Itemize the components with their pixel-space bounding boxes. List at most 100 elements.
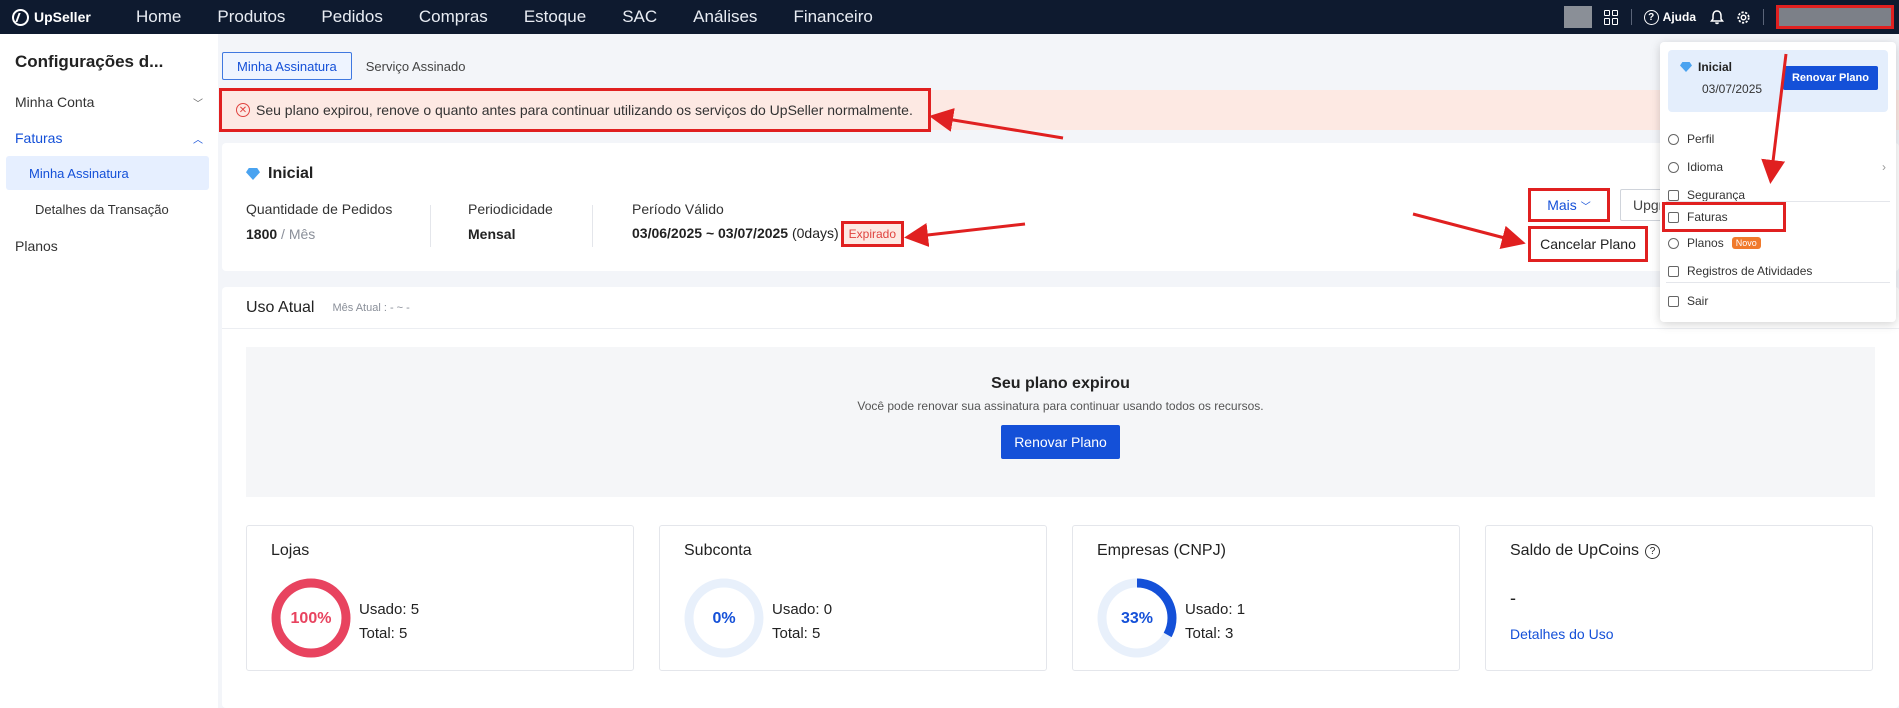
tab-servico-assinado[interactable]: Serviço Assinado — [352, 52, 480, 80]
status-badge: Expirado — [840, 221, 905, 247]
help-button[interactable]: ? Ajuda — [1643, 9, 1696, 25]
logout-icon — [1668, 295, 1679, 307]
account-menu-trigger[interactable] — [1776, 5, 1894, 29]
menu-item-sair[interactable]: Sair — [1660, 288, 1896, 314]
stat-periodo-valido: Período Válido 03/06/2025 ~ 03/07/2025 (… — [632, 201, 905, 247]
usage-header: Uso Atual Mês Atual : - ~ - — [222, 287, 1899, 329]
total-value: Total: 5 — [359, 625, 408, 642]
nav-financeiro[interactable]: Financeiro — [793, 7, 872, 27]
document-icon — [1668, 265, 1679, 277]
upseller-logo[interactable]: UpSeller — [0, 8, 112, 26]
plan-name-label: Inicial — [268, 165, 314, 182]
used-value: Usado: 5 — [359, 601, 420, 618]
sidebar-item-minha-conta[interactable]: Minha Conta ﹀ — [0, 84, 218, 120]
nav-home[interactable]: Home — [136, 7, 181, 27]
top-navbar: UpSeller Home Produtos Pedidos Compras E… — [0, 0, 1899, 34]
chevron-up-icon: ︿ — [193, 134, 203, 146]
more-button-label: Mais — [1547, 197, 1577, 213]
subscription-tabs: Minha Assinatura Serviço Assinado — [222, 52, 479, 80]
plan-name: Inicial — [246, 165, 313, 183]
apps-grid-icon[interactable] — [1603, 9, 1619, 25]
sidebar-item-label: Planos — [15, 238, 58, 254]
nav-produtos[interactable]: Produtos — [217, 7, 285, 27]
usage-details-link[interactable]: Detalhes do Uso — [1510, 626, 1614, 642]
nav-analises[interactable]: Análises — [693, 7, 757, 27]
chevron-down-icon: ﹀ — [1580, 201, 1591, 213]
user-icon — [1668, 133, 1679, 145]
stat-periodicidade: Periodicidade Mensal — [468, 201, 553, 242]
usage-card: Uso Atual Mês Atual : - ~ - Seu plano ex… — [222, 287, 1899, 708]
upcoins-balance: - — [1510, 588, 1516, 608]
menu-divider — [1666, 282, 1890, 283]
tab-minha-assinatura[interactable]: Minha Assinatura — [222, 52, 352, 80]
ring-percent-label: 0% — [712, 610, 735, 627]
stat-value: Mensal — [468, 226, 553, 242]
menu-item-label: Planos — [1687, 236, 1724, 250]
shield-icon — [1668, 189, 1679, 201]
stat-label: Período Válido — [632, 201, 724, 217]
divider — [430, 205, 431, 247]
stat-label: Quantidade de Pedidos — [246, 201, 393, 217]
menu-item-faturas[interactable]: Faturas — [1660, 204, 1896, 230]
gear-icon[interactable] — [1736, 10, 1751, 25]
card-title-label: Saldo de UpCoins — [1510, 542, 1639, 559]
nav-pedidos[interactable]: Pedidos — [321, 7, 382, 27]
upcoins-card: Saldo de UpCoins ? - Detalhes do Uso — [1485, 525, 1873, 671]
toolbar-divider — [1763, 9, 1764, 25]
main-nav: Home Produtos Pedidos Compras Estoque SA… — [112, 7, 885, 27]
expired-panel: Seu plano expirou Você pode renovar sua … — [246, 347, 1875, 497]
expired-subtitle: Você pode renovar sua assinatura para co… — [857, 399, 1264, 413]
error-icon: ✕ — [236, 103, 250, 117]
menu-item-planos[interactable]: Planos Novo — [1660, 230, 1896, 256]
qty-value: 1800 — [246, 226, 278, 242]
menu-item-registros[interactable]: Registros de Atividades — [1660, 258, 1896, 284]
empresas-progress-ring: 33% — [1097, 578, 1177, 658]
redacted-shop-thumbnail[interactable] — [1563, 6, 1592, 28]
card-title: Subconta — [684, 542, 752, 559]
question-icon[interactable]: ? — [1644, 543, 1660, 559]
card-title: Saldo de UpCoins ? — [1510, 542, 1660, 560]
stat-label: Periodicidade — [468, 201, 553, 217]
menu-item-label: Perfil — [1687, 132, 1715, 146]
lojas-progress-ring: 100% — [271, 578, 351, 658]
menu-item-perfil[interactable]: Perfil — [1660, 126, 1896, 152]
cancel-plan-option[interactable]: Cancelar Plano — [1528, 226, 1648, 262]
globe-icon — [1668, 161, 1679, 173]
account-dropdown-menu: Inicial 03/07/2025 Renovar Plano Perfil … — [1660, 42, 1896, 322]
subconta-progress-ring: 0% — [684, 578, 764, 658]
renew-plan-button[interactable]: Renovar Plano — [1001, 425, 1120, 459]
help-icon: ? — [1643, 9, 1659, 25]
dropdown-renew-button[interactable]: Renovar Plano — [1782, 66, 1878, 90]
chevron-down-icon: ﹀ — [193, 98, 203, 110]
valid-value: 03/06/2025 ~ 03/07/2025 — [632, 225, 789, 241]
sidebar-item-detalhes-transacao[interactable]: Detalhes da Transação — [6, 192, 209, 226]
menu-item-idioma[interactable]: Idioma › — [1660, 154, 1896, 180]
usage-month: Mês Atual : - ~ - — [332, 301, 410, 314]
bell-icon[interactable] — [1710, 9, 1724, 25]
used-value: Usado: 1 — [1185, 601, 1246, 618]
total-value: Total: 3 — [1185, 625, 1234, 642]
divider — [592, 205, 593, 247]
card-title: Lojas — [271, 542, 310, 559]
chevron-right-icon: › — [1882, 160, 1886, 174]
dropdown-plan-box: Inicial 03/07/2025 Renovar Plano — [1668, 50, 1888, 112]
toolbar-divider — [1630, 9, 1632, 25]
dropdown-plan-label: Inicial — [1698, 60, 1733, 74]
diamond-icon — [1680, 62, 1692, 72]
sidebar-item-minha-assinatura[interactable]: Minha Assinatura — [6, 156, 209, 190]
lojas-card: Lojas 100% Usado: 5 Total: 5 — [246, 525, 634, 671]
sidebar-item-label: Minha Conta — [15, 94, 95, 110]
sidebar-item-planos[interactable]: Planos — [0, 228, 218, 264]
help-label: Ajuda — [1662, 10, 1696, 24]
nav-compras[interactable]: Compras — [419, 7, 488, 27]
used-value: Usado: 0 — [772, 601, 833, 618]
menu-item-label: Registros de Atividades — [1687, 264, 1813, 278]
sidebar-item-faturas[interactable]: Faturas ︿ — [0, 120, 218, 156]
nav-estoque[interactable]: Estoque — [524, 7, 586, 27]
more-button[interactable]: Mais ﹀ — [1528, 188, 1610, 222]
expired-title: Seu plano expirou — [991, 375, 1130, 392]
menu-item-label: Segurança — [1687, 188, 1746, 202]
usage-title: Uso Atual — [246, 298, 315, 316]
nav-sac[interactable]: SAC — [622, 7, 657, 27]
diamond-icon — [246, 168, 260, 180]
